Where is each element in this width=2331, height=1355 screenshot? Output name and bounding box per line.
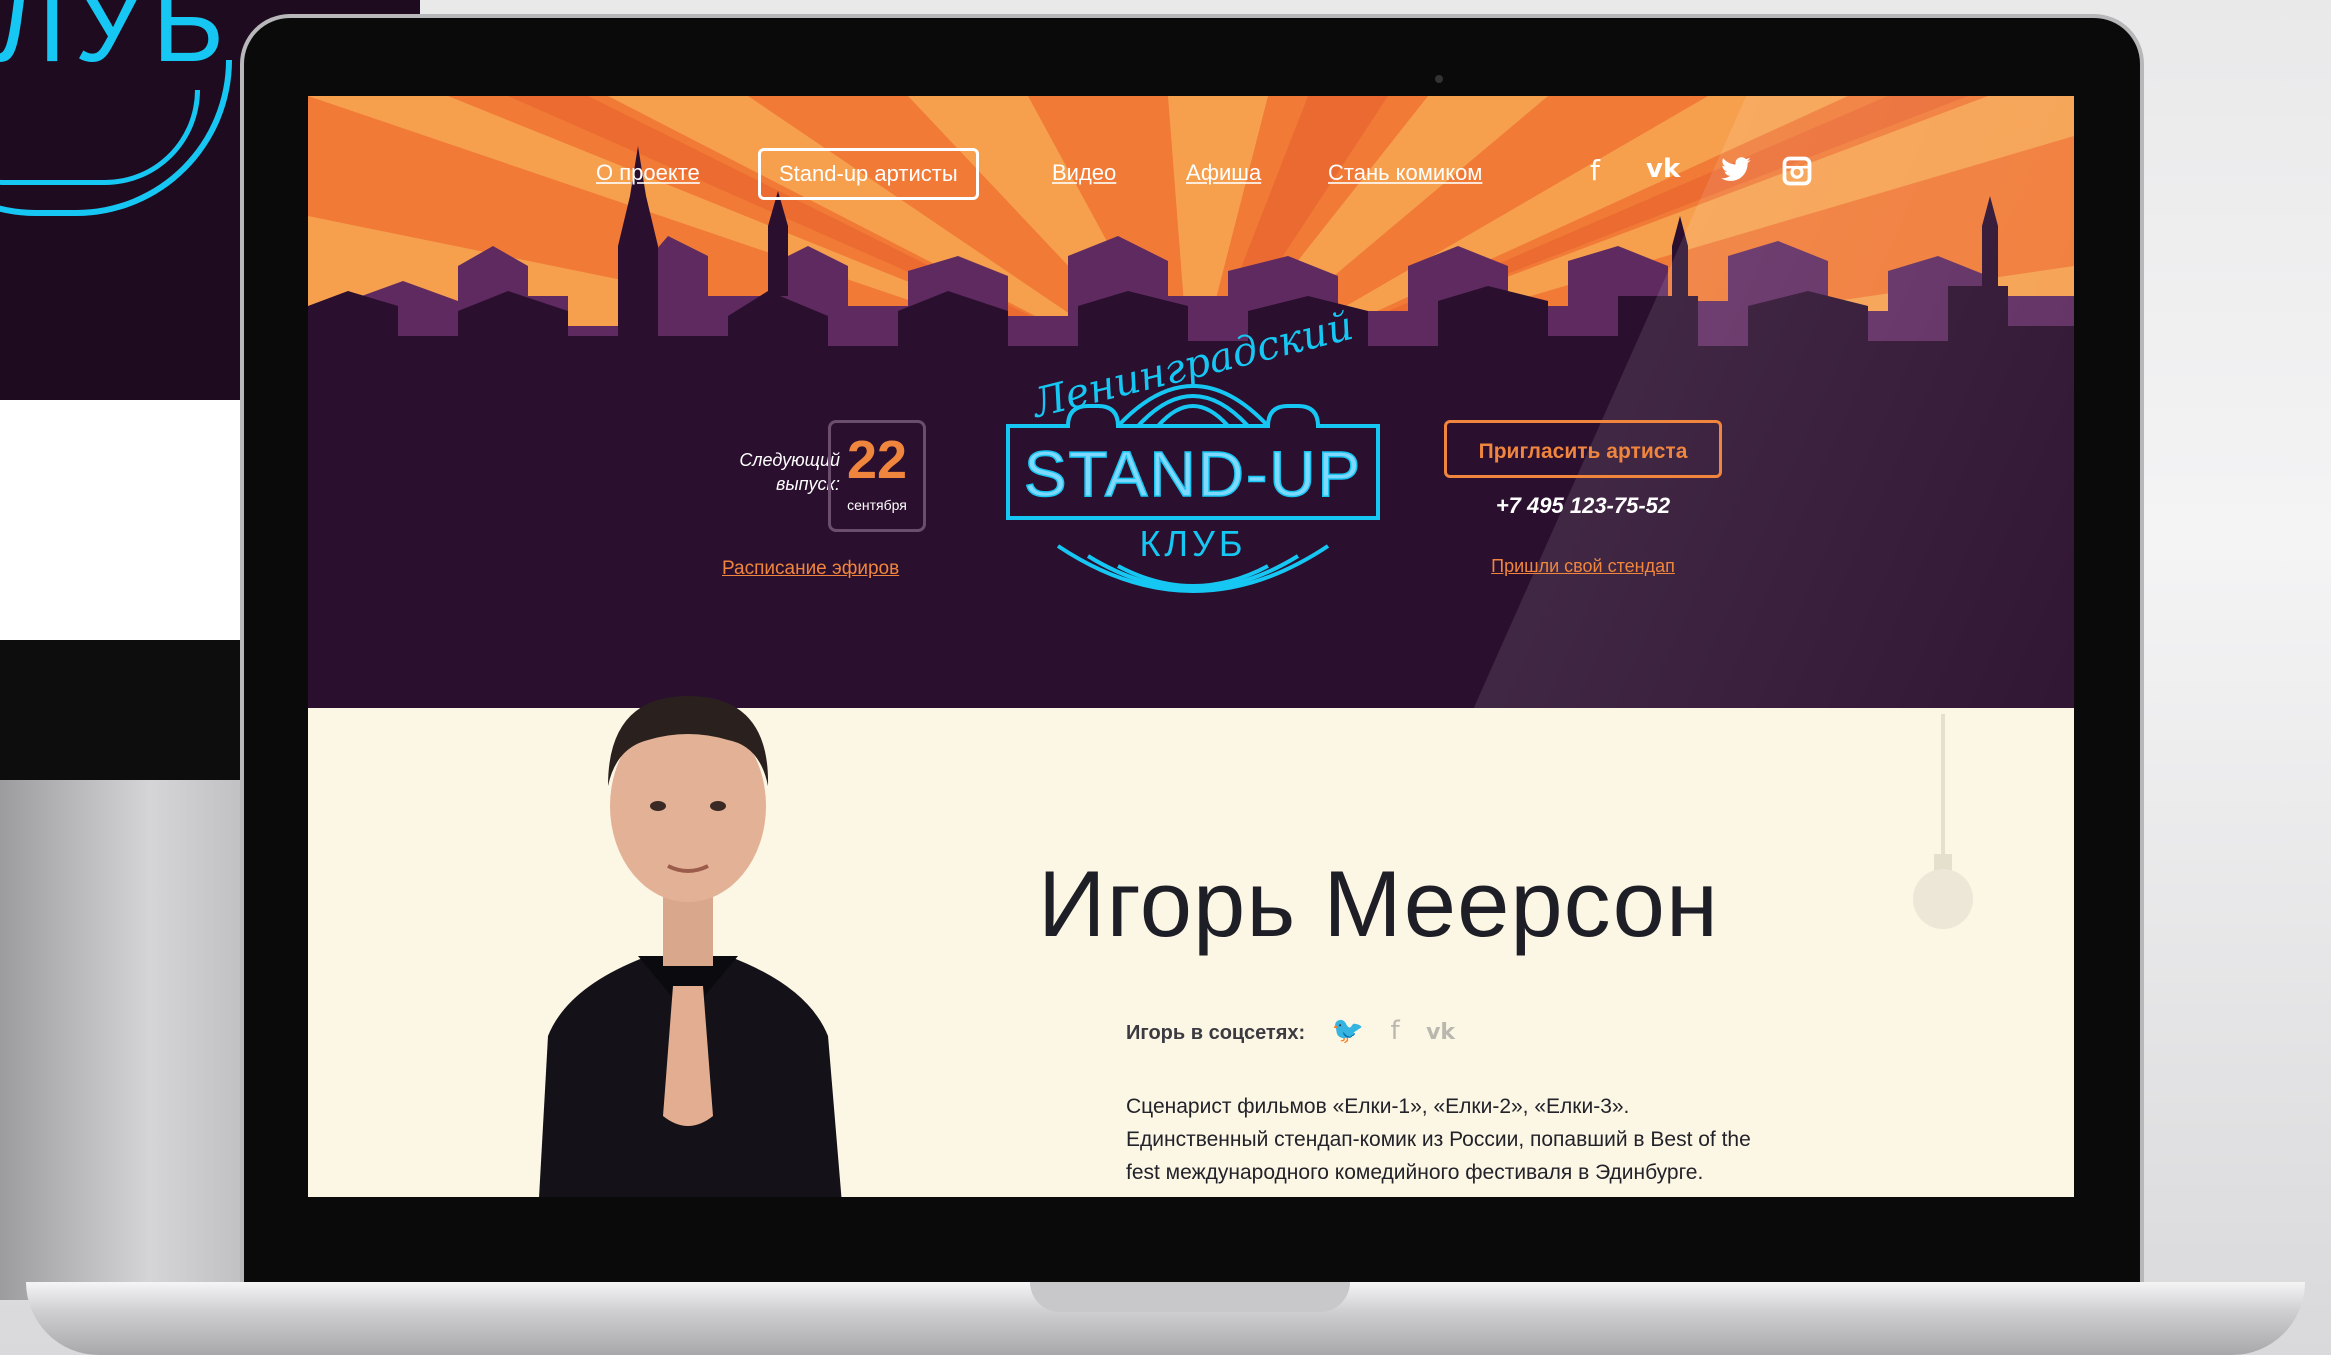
artist-bio-line: Единственный стендап-комик из России, по… [1126,1128,1751,1151]
standup-club-logo: Ленинградский STAND-UP КЛУБ [1006,306,1380,593]
artist-social-row: Игорь в соцсетях: 🐦 f vk [1126,1016,1455,1046]
facebook-icon[interactable]: f [1590,154,1600,187]
facebook-icon[interactable]: f [1390,1016,1399,1046]
twitter-icon[interactable]: 🐦 [1332,1016,1364,1046]
instagram-icon[interactable] [1782,156,1812,186]
laptop-notch [1030,1282,1350,1312]
logo-main-text: STAND-UP [1024,438,1362,510]
invite-artist-button[interactable]: Пригласить артиста [1444,420,1722,478]
nav-item-video[interactable]: Видео [1052,160,1116,186]
send-standup-link[interactable]: Пришли свой стендап [1444,556,1722,577]
twitter-icon[interactable] [1718,154,1754,186]
nav-item-about[interactable]: О проекте [596,160,700,186]
website-screen: О проекте Stand-up артисты Видео Афиша С… [308,96,2074,1197]
artist-bio-line: fest международного комедийного фестивал… [1126,1161,1704,1184]
hero-section: О проекте Stand-up артисты Видео Афиша С… [308,96,2074,708]
main-nav: О проекте Stand-up артисты Видео Афиша С… [308,148,2074,202]
phone-number: +7 495 123-75-52 [1495,493,1671,518]
artist-social-label: Игорь в соцсетях: [1126,1022,1306,1044]
lightbulb-decoration [1913,714,1973,929]
camera-icon [1435,75,1443,83]
nav-item-afisha[interactable]: Афиша [1186,160,1261,186]
vk-icon[interactable]: vk [1646,154,1680,184]
artist-bio: Сценарист фильмов «Елки-1», «Елки-2», «Е… [1126,1090,1886,1189]
next-episode-label-line1: Следующий [739,450,840,470]
next-episode-date: 22 сентября [828,420,926,532]
next-episode-label: Следующий выпуск: [672,448,840,496]
next-episode-day: 22 [846,430,908,490]
background-logo-text: ЛУБ [0,0,233,85]
next-episode-month: сентября [847,497,907,513]
nav-item-become-comedian[interactable]: Стань комиком [1328,160,1482,186]
vk-icon[interactable]: vk [1426,1020,1455,1045]
artist-bio-line: Сценарист фильмов «Елки-1», «Елки-2», «Е… [1126,1095,1630,1118]
background-white-panel [0,400,260,640]
logo-sub-text: КЛУБ [1139,523,1246,564]
nav-item-standup-artists[interactable]: Stand-up артисты [758,148,979,200]
artist-photo [539,696,842,1197]
schedule-link[interactable]: Расписание эфиров [722,558,899,580]
artist-name: Игорь Меерсон [1038,851,1719,956]
